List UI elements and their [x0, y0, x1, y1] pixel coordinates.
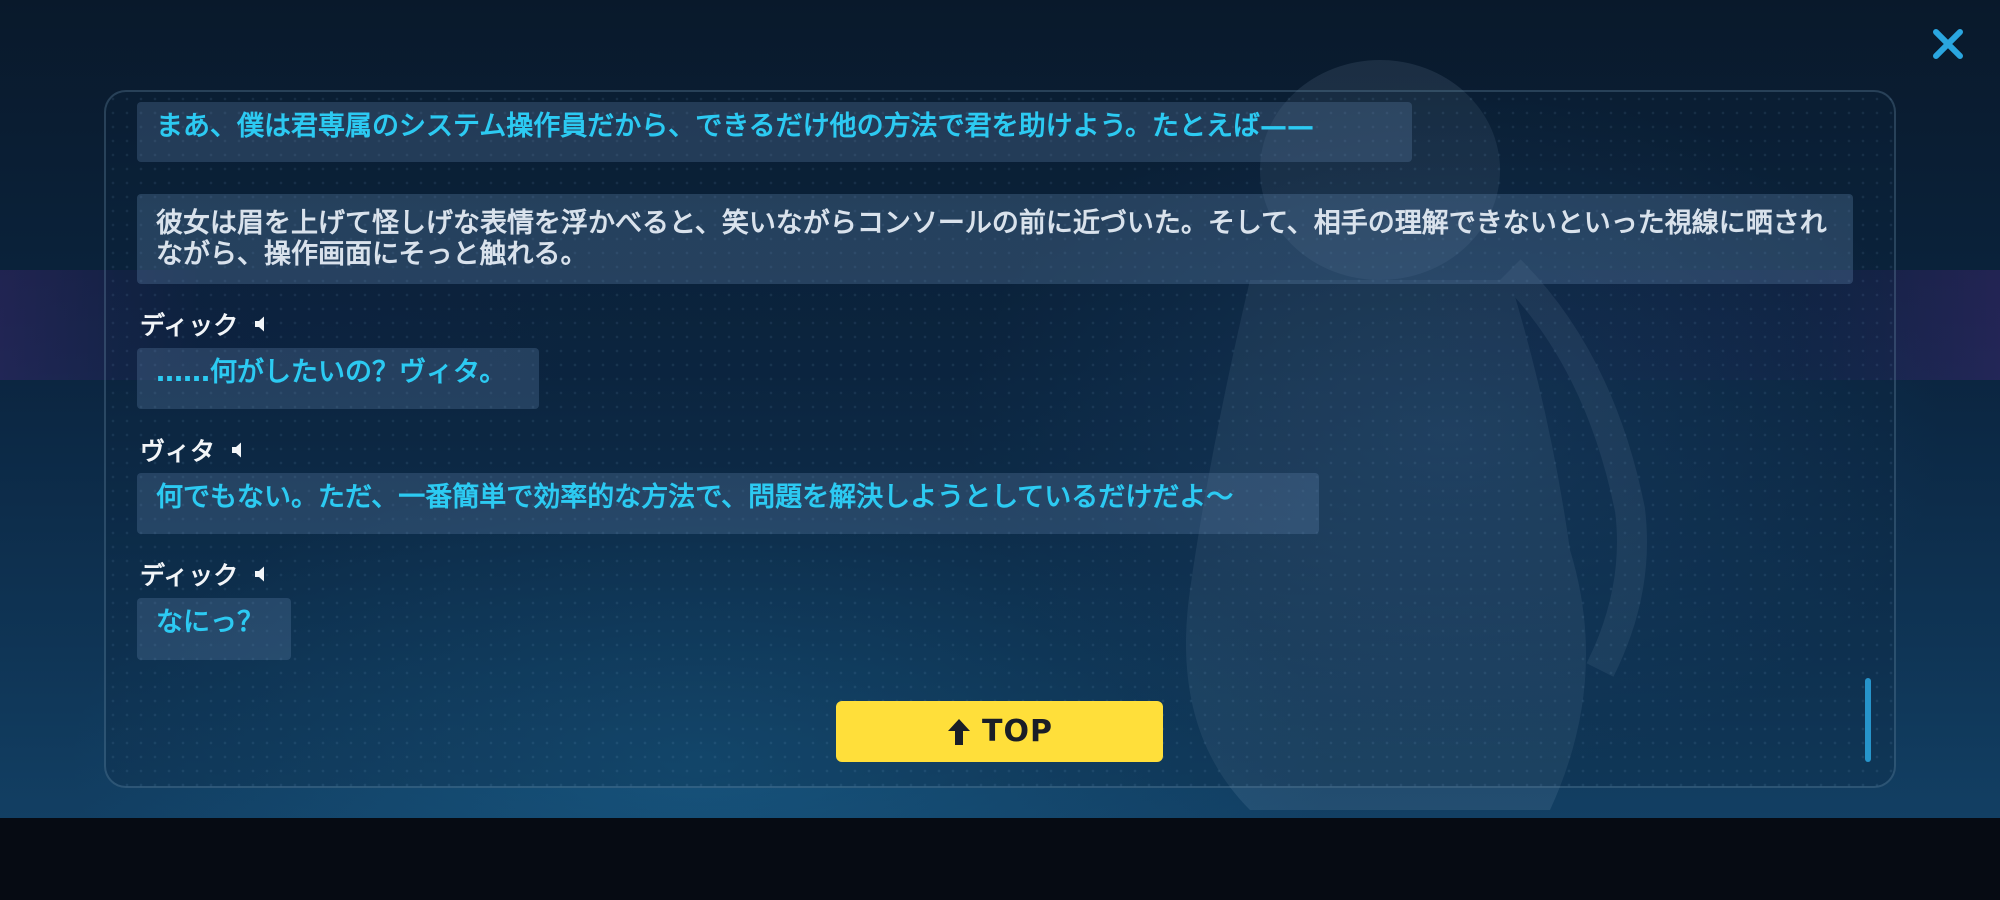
speaker-name: ディック — [140, 311, 239, 340]
arrow-up-icon — [948, 718, 971, 745]
close-icon[interactable] — [1928, 24, 1968, 64]
narration-text: 彼女は眉を上げて怪しげな表情を浮かべると、笑いながらコンソールの前に近づいた。そ… — [137, 194, 1853, 284]
speaker-name: ヴィタ — [140, 437, 216, 466]
speaker-icon[interactable] — [252, 315, 270, 333]
scroll-to-top-button[interactable]: TOP — [836, 701, 1163, 762]
speaker-label: ディック — [140, 557, 270, 591]
scrollbar-thumb[interactable] — [1865, 678, 1871, 762]
speaker-label: ディック — [140, 307, 270, 341]
dialogue-line: 何でもない。ただ、一番簡単で効率的な方法で、問題を解決しようとしているだけだよ～ — [137, 473, 1319, 534]
speaker-icon[interactable] — [252, 565, 270, 583]
dialogue-line: まあ、僕は君専属のシステム操作員だから、できるだけ他の方法で君を助けよう。たとえ… — [137, 102, 1412, 162]
speaker-name: ディック — [140, 561, 239, 590]
bottom-bar — [0, 818, 2000, 900]
dialogue-line: なにっ？ — [137, 598, 291, 660]
speaker-label: ヴィタ — [140, 433, 247, 467]
speaker-icon[interactable] — [229, 441, 247, 459]
top-button-label: TOP — [982, 714, 1053, 749]
dialogue-line: ……何がしたいの？ヴィタ。 — [137, 348, 539, 409]
